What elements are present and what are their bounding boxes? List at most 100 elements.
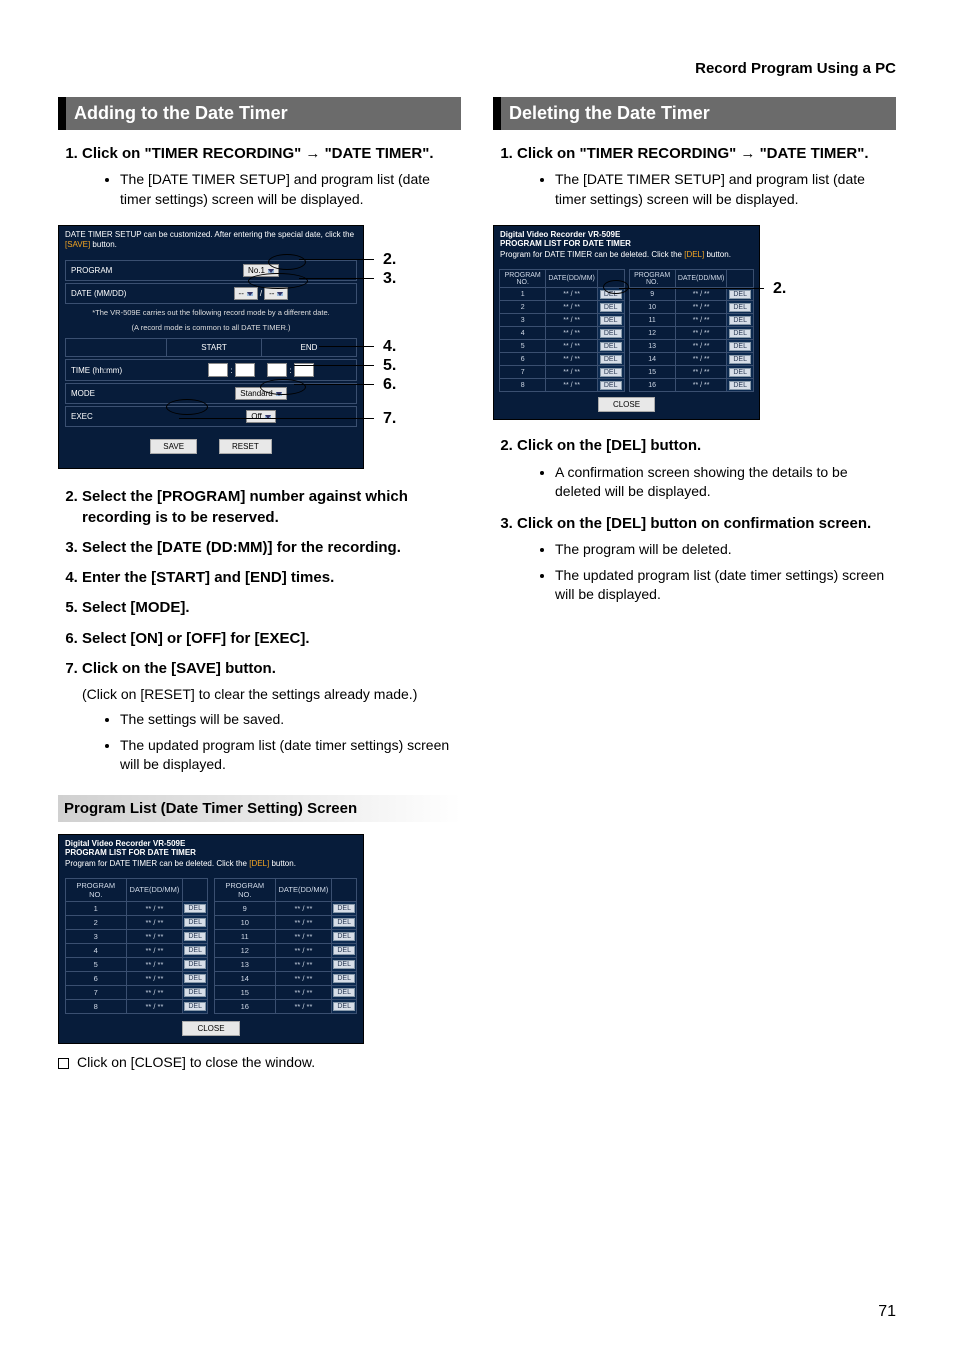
- program-list-right: PROGRAM NO.DATE(DD/MM) 9** / **DEL10** /…: [214, 878, 357, 1014]
- table-row: 14** / **DEL: [215, 971, 357, 985]
- heading-deleting: Deleting the Date Timer: [493, 97, 896, 130]
- date-mm[interactable]: --: [234, 287, 258, 300]
- minor1: *The VR-509E carries out the following r…: [59, 306, 363, 321]
- table-row: 4** / **DEL: [66, 943, 208, 957]
- table-row: 12** / **DEL: [215, 943, 357, 957]
- del-button[interactable]: DEL: [600, 316, 622, 325]
- del-button[interactable]: DEL: [333, 960, 355, 969]
- table-row: 15** / **DEL: [629, 366, 754, 379]
- del-button[interactable]: DEL: [184, 974, 206, 983]
- del-button[interactable]: DEL: [333, 988, 355, 997]
- table-row: 10** / **DEL: [629, 301, 754, 314]
- del-button[interactable]: DEL: [333, 932, 355, 941]
- program-dropdown[interactable]: No.1: [243, 264, 279, 277]
- row-startend: START END: [65, 338, 357, 357]
- del-button[interactable]: DEL: [729, 290, 751, 299]
- screenshot-program-list-del: Digital Video Recorder VR-509E PROGRAM L…: [493, 225, 760, 420]
- table-row: 2** / **DEL: [66, 915, 208, 929]
- del-button[interactable]: DEL: [729, 316, 751, 325]
- table-row: 15** / **DEL: [215, 985, 357, 999]
- left-step3: Select the [DATE (DD:MM)] for the record…: [82, 538, 461, 558]
- del-button[interactable]: DEL: [333, 918, 355, 927]
- table-row: 8** / **DEL: [500, 379, 625, 392]
- table-row: 6** / **DEL: [500, 353, 625, 366]
- table-row: 2** / **DEL: [500, 301, 625, 314]
- table-row: 7** / **DEL: [66, 985, 208, 999]
- left-step1: Click on "TIMER RECORDING" → "DATE TIMER…: [82, 144, 461, 209]
- table-row: 9** / **DEL: [215, 901, 357, 915]
- del-button[interactable]: DEL: [184, 1002, 206, 1011]
- page-number: 71: [878, 1303, 896, 1321]
- save-button[interactable]: SAVE: [150, 439, 197, 454]
- minor2: (A record mode is common to all DATE TIM…: [59, 321, 363, 336]
- left-step7: Click on the [SAVE] button. (Click on [R…: [82, 659, 461, 775]
- program-list-left: PROGRAM NO.DATE(DD/MM) 1** / **DEL2** / …: [65, 878, 208, 1014]
- del-button[interactable]: DEL: [729, 381, 751, 390]
- table-row: 16** / **DEL: [215, 999, 357, 1013]
- del-button[interactable]: DEL: [729, 303, 751, 312]
- del-button[interactable]: DEL: [600, 342, 622, 351]
- row-mode: MODE Standard: [65, 383, 357, 404]
- table-row: 16** / **DEL: [629, 379, 754, 392]
- mode-dropdown[interactable]: Standard: [235, 387, 286, 400]
- table-row: 3** / **DEL: [66, 929, 208, 943]
- date-dd[interactable]: --: [264, 287, 288, 300]
- col-adding: Adding to the Date Timer Click on "TIMER…: [58, 97, 461, 1070]
- row-exec: EXEC Off: [65, 406, 357, 427]
- close-button-small[interactable]: CLOSE: [598, 397, 655, 412]
- left-step6: Select [ON] or [OFF] for [EXEC].: [82, 629, 461, 649]
- exec-dropdown[interactable]: Off: [246, 410, 276, 423]
- heading-adding: Adding to the Date Timer: [58, 97, 461, 130]
- del-button[interactable]: DEL: [600, 381, 622, 390]
- left-step5: Select [MODE].: [82, 598, 461, 618]
- start-m[interactable]: [235, 363, 255, 377]
- callout-6: 6.: [383, 376, 396, 394]
- del-button[interactable]: DEL: [184, 904, 206, 913]
- del-button[interactable]: DEL: [333, 946, 355, 955]
- table-row: 9** / **DEL: [629, 288, 754, 301]
- end-h[interactable]: [267, 363, 287, 377]
- table-row: 13** / **DEL: [629, 340, 754, 353]
- table-row: 11** / **DEL: [215, 929, 357, 943]
- del-button[interactable]: DEL: [600, 368, 622, 377]
- close-button[interactable]: CLOSE: [182, 1021, 239, 1036]
- table-row: 14** / **DEL: [629, 353, 754, 366]
- del-button[interactable]: DEL: [184, 932, 206, 941]
- reset-button[interactable]: RESET: [219, 439, 272, 454]
- table-row: 4** / **DEL: [500, 327, 625, 340]
- del-button[interactable]: DEL: [184, 988, 206, 997]
- program-list-left-small: PROGRAM NO.DATE(DD/MM) 1** / **DEL2** / …: [499, 269, 625, 392]
- callout-2: 2.: [383, 251, 396, 269]
- del-button[interactable]: DEL: [333, 974, 355, 983]
- left-step4: Enter the [START] and [END] times.: [82, 568, 461, 588]
- callout-del-2: 2.: [773, 280, 786, 298]
- table-row: 1** / **DEL: [500, 288, 625, 301]
- del-button[interactable]: DEL: [729, 368, 751, 377]
- del-button[interactable]: DEL: [600, 329, 622, 338]
- del-button[interactable]: DEL: [184, 918, 206, 927]
- left-step1-b1: The [DATE TIMER SETUP] and program list …: [120, 170, 461, 209]
- table-row: 7** / **DEL: [500, 366, 625, 379]
- del-button[interactable]: DEL: [333, 1002, 355, 1011]
- close-note: Click on [CLOSE] to close the window.: [58, 1054, 461, 1070]
- table-row: 5** / **DEL: [500, 340, 625, 353]
- del-button[interactable]: DEL: [729, 329, 751, 338]
- callout-4: 4.: [383, 338, 396, 356]
- start-h[interactable]: [208, 363, 228, 377]
- del-button[interactable]: DEL: [600, 290, 622, 299]
- left-step2: Select the [PROGRAM] number against whic…: [82, 487, 461, 528]
- del-button[interactable]: DEL: [600, 303, 622, 312]
- del-button[interactable]: DEL: [600, 355, 622, 364]
- callout-3: 3.: [383, 270, 396, 288]
- callout-7: 7.: [383, 410, 396, 428]
- table-row: 5** / **DEL: [66, 957, 208, 971]
- col-deleting: Deleting the Date Timer Click on "TIMER …: [493, 97, 896, 1070]
- del-button[interactable]: DEL: [729, 342, 751, 351]
- callout-5: 5.: [383, 357, 396, 375]
- del-button[interactable]: DEL: [729, 355, 751, 364]
- del-button[interactable]: DEL: [184, 960, 206, 969]
- breadcrumb: Record Program Using a PC: [58, 60, 896, 77]
- del-button[interactable]: DEL: [184, 946, 206, 955]
- screenshot-program-list: Digital Video Recorder VR-509E PROGRAM L…: [58, 834, 364, 1044]
- del-button[interactable]: DEL: [333, 904, 355, 913]
